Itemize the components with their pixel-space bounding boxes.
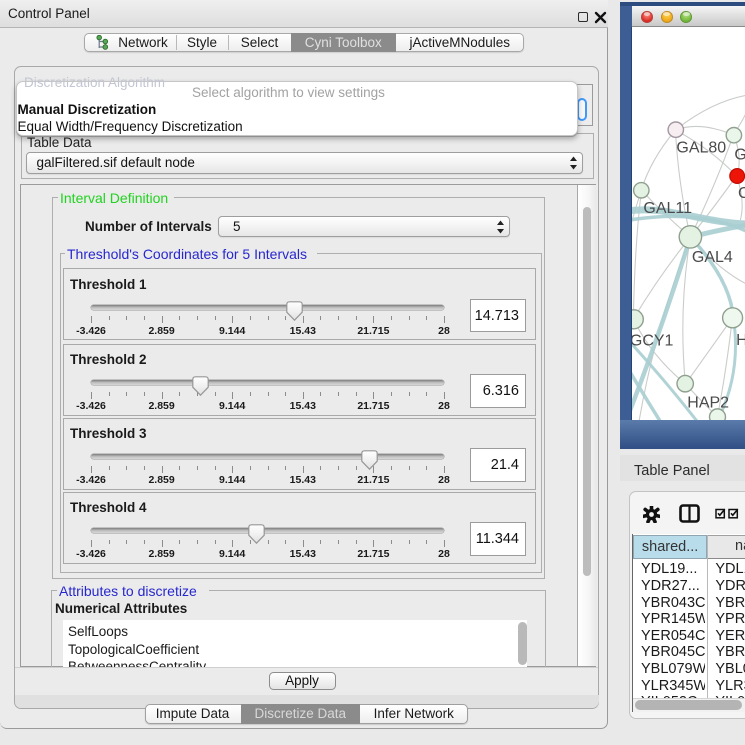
svg-text:H: H — [736, 332, 745, 349]
svg-text:GCY1: GCY1 — [632, 332, 674, 349]
svg-text:GAL80: GAL80 — [676, 140, 726, 157]
svg-text:GAL11: GAL11 — [643, 200, 692, 217]
svg-text:C: C — [738, 185, 745, 202]
svg-text:GA: GA — [734, 147, 745, 164]
svg-text:HAP2: HAP2 — [687, 394, 729, 411]
svg-text:GAL4: GAL4 — [691, 249, 732, 266]
